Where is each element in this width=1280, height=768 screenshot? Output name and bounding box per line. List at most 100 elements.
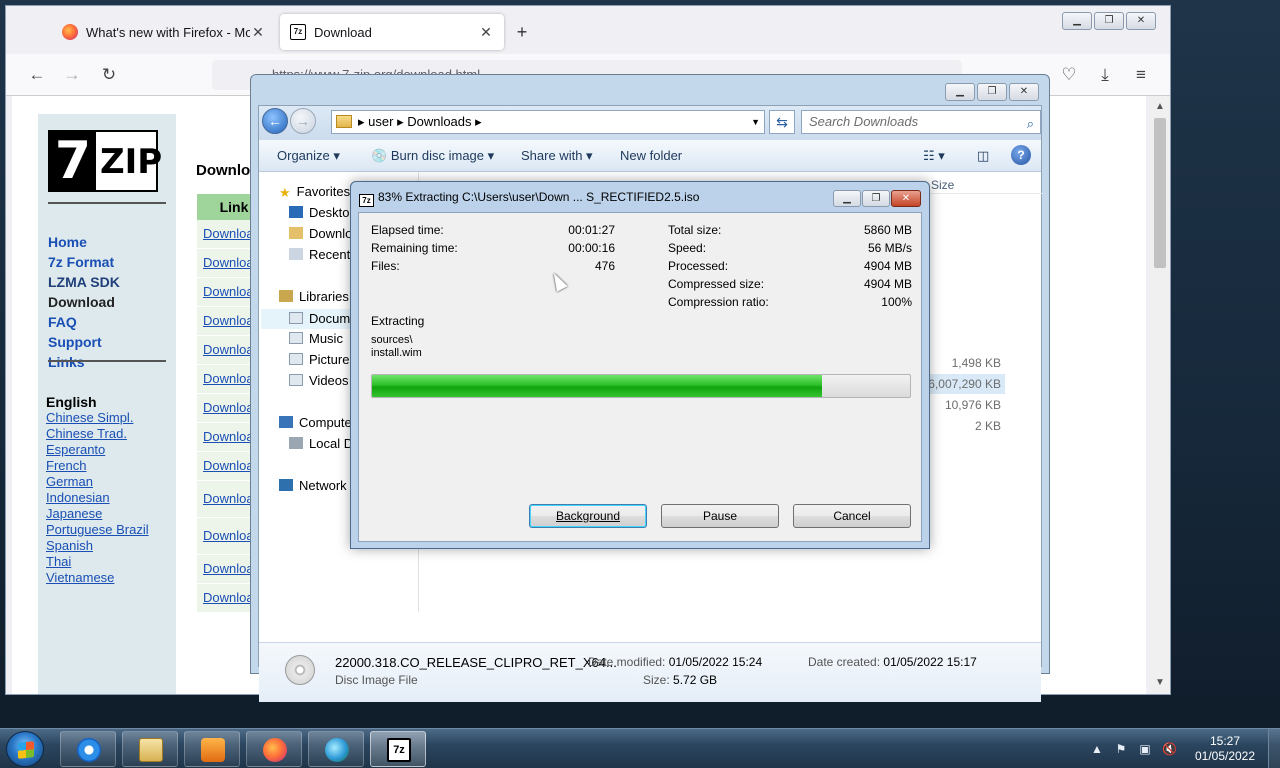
nav-support[interactable]: Support xyxy=(48,332,120,352)
language-link[interactable]: Esperanto xyxy=(46,442,149,458)
page-scrollbar[interactable]: ▲ ▼ xyxy=(1150,96,1170,694)
burn-label: Burn disc image xyxy=(390,148,485,163)
search-input[interactable]: Search Downloads ⌕ xyxy=(801,110,1041,134)
nav-videos[interactable]: Videos xyxy=(289,373,349,388)
share-label: Share with xyxy=(521,148,583,163)
nav-desktop[interactable]: Desktop xyxy=(289,205,357,220)
nav-local-disk[interactable]: Local Di xyxy=(289,436,356,451)
organize-button[interactable]: Organize ▾ xyxy=(277,148,340,164)
view-options-icon[interactable]: ☷ ▾ xyxy=(923,148,945,164)
language-link[interactable]: Chinese Trad. xyxy=(46,426,149,442)
search-icon[interactable]: ⌕ xyxy=(1027,113,1034,135)
new-tab-icon[interactable]: + xyxy=(512,22,532,43)
language-link[interactable]: Japanese xyxy=(46,506,149,522)
volume-muted-icon[interactable]: 🔇 xyxy=(1162,742,1177,756)
computer-icon xyxy=(279,416,293,428)
scrollbar-thumb[interactable] xyxy=(1154,118,1166,268)
network-tray-icon[interactable]: ▣ xyxy=(1138,742,1152,756)
media-player-icon xyxy=(201,738,225,762)
language-link[interactable]: Indonesian xyxy=(46,490,149,506)
scroll-down-icon[interactable]: ▼ xyxy=(1150,674,1170,692)
nav-network[interactable]: Network xyxy=(279,478,347,493)
chevron-down-icon[interactable]: ▼ xyxy=(751,111,760,133)
new-folder-button[interactable]: New folder xyxy=(620,148,682,163)
tab-whats-new[interactable]: What's new with Firefox - More ✕ xyxy=(52,14,276,50)
nav-home[interactable]: Home xyxy=(48,232,120,252)
language-link[interactable]: Thai xyxy=(46,554,149,570)
taskbar-firefox[interactable] xyxy=(246,731,302,767)
back-arrow-icon[interactable]: ← xyxy=(262,108,288,134)
nav-libraries[interactable]: Libraries xyxy=(279,289,349,304)
reload-icon[interactable]: ↻ xyxy=(98,64,120,86)
site-sidebar: 7 ZIP Home 7z Format LZMA SDK Download F… xyxy=(38,114,176,694)
desktop-icon xyxy=(289,206,303,218)
nav-download[interactable]: Download xyxy=(48,292,120,312)
pause-button[interactable]: Pause xyxy=(661,504,779,528)
organize-label: Organize xyxy=(277,148,330,163)
taskbar: 7z ▲ ⚑ ▣ 🔇 15:27 01/05/2022 xyxy=(0,728,1280,768)
taskbar-windows-explorer[interactable] xyxy=(122,731,178,767)
forward-arrow-icon[interactable]: → xyxy=(290,108,316,134)
start-button[interactable] xyxy=(6,731,44,767)
background-button[interactable]: Background xyxy=(529,504,647,528)
show-hidden-icons-icon[interactable]: ▲ xyxy=(1090,742,1104,756)
nav-7z-format[interactable]: 7z Format xyxy=(48,252,120,272)
nav-downloads[interactable]: Downlo xyxy=(289,226,352,241)
breadcrumb-downloads[interactable]: Downloads xyxy=(407,114,471,129)
minimize-icon[interactable]: ▁ xyxy=(1062,12,1092,30)
refresh-icon[interactable]: ⇆ xyxy=(769,110,795,134)
close-tab-icon[interactable]: ✕ xyxy=(478,24,494,41)
language-link[interactable]: French xyxy=(46,458,149,474)
show-desktop-button[interactable] xyxy=(1268,729,1280,768)
nav-computer[interactable]: Compute xyxy=(279,415,352,430)
language-link[interactable]: Chinese Simpl. xyxy=(46,410,149,426)
language-link[interactable]: Vietnamese xyxy=(46,570,149,586)
cancel-button[interactable]: Cancel xyxy=(793,504,911,528)
taskbar-media-player[interactable] xyxy=(184,731,240,767)
pocket-icon[interactable]: ♡ xyxy=(1058,64,1080,86)
nav-lzma-sdk[interactable]: LZMA SDK xyxy=(48,272,120,292)
maximize-icon[interactable]: ❐ xyxy=(1094,12,1124,30)
taskbar-7zip[interactable]: 7z xyxy=(370,731,426,767)
close-icon[interactable]: ✕ xyxy=(1126,12,1156,30)
nav-label: Favorites xyxy=(296,184,351,199)
close-icon[interactable]: ✕ xyxy=(1009,83,1039,101)
nav-favorites[interactable]: ★ Favorites xyxy=(279,184,350,199)
current-directory: sources\ xyxy=(371,334,413,346)
maximize-icon[interactable]: ❐ xyxy=(977,83,1007,101)
column-header-size[interactable]: Size xyxy=(931,178,954,192)
download-manager-icon xyxy=(325,738,349,762)
scroll-up-icon[interactable]: ▲ xyxy=(1150,98,1170,116)
menu-icon[interactable]: ≡ xyxy=(1130,64,1152,86)
language-link[interactable]: German xyxy=(46,474,149,490)
documents-icon xyxy=(289,312,303,324)
taskbar-internet-explorer[interactable] xyxy=(60,731,116,767)
nav-pictures[interactable]: Pictures xyxy=(289,352,356,367)
clock[interactable]: 15:27 01/05/2022 xyxy=(1192,734,1258,764)
videos-icon xyxy=(289,374,303,386)
taskbar-download-manager[interactable] xyxy=(308,731,364,767)
nav-music[interactable]: Music xyxy=(289,331,343,346)
breadcrumb-user[interactable]: user xyxy=(368,114,393,129)
details-pane: 22000.318.CO_RELEASE_CLIPRO_RET_X64... D… xyxy=(259,642,1041,702)
tab-download[interactable]: 7z Download ✕ xyxy=(280,14,504,50)
close-icon[interactable]: ✕ xyxy=(891,190,921,207)
help-icon[interactable]: ? xyxy=(1011,145,1031,165)
downloads-icon[interactable]: ⤓ xyxy=(1094,64,1116,86)
minimize-icon[interactable]: ▁ xyxy=(945,83,975,101)
language-link[interactable]: Spanish xyxy=(46,538,149,554)
nav-links[interactable]: Links xyxy=(48,352,120,372)
action-center-flag-icon[interactable]: ⚑ xyxy=(1114,742,1128,756)
preview-pane-icon[interactable]: ◫ xyxy=(977,148,989,164)
share-with-button[interactable]: Share with ▾ xyxy=(521,148,593,164)
maximize-icon[interactable]: ❐ xyxy=(862,190,890,207)
back-arrow-icon[interactable]: ← xyxy=(26,64,48,86)
language-link[interactable]: Portuguese Brazil xyxy=(46,522,149,538)
address-bar[interactable]: ▸ user ▸ Downloads ▸ ▼ xyxy=(331,110,765,134)
file-size[interactable]: 6,007,290 KB xyxy=(924,374,1005,394)
nav-faq[interactable]: FAQ xyxy=(48,312,120,332)
close-tab-icon[interactable]: ✕ xyxy=(250,24,266,41)
minimize-icon[interactable]: ▁ xyxy=(833,190,861,207)
forward-arrow-icon[interactable]: → xyxy=(61,64,83,86)
burn-disc-image-button[interactable]: 💿 Burn disc image ▾ xyxy=(371,148,494,164)
